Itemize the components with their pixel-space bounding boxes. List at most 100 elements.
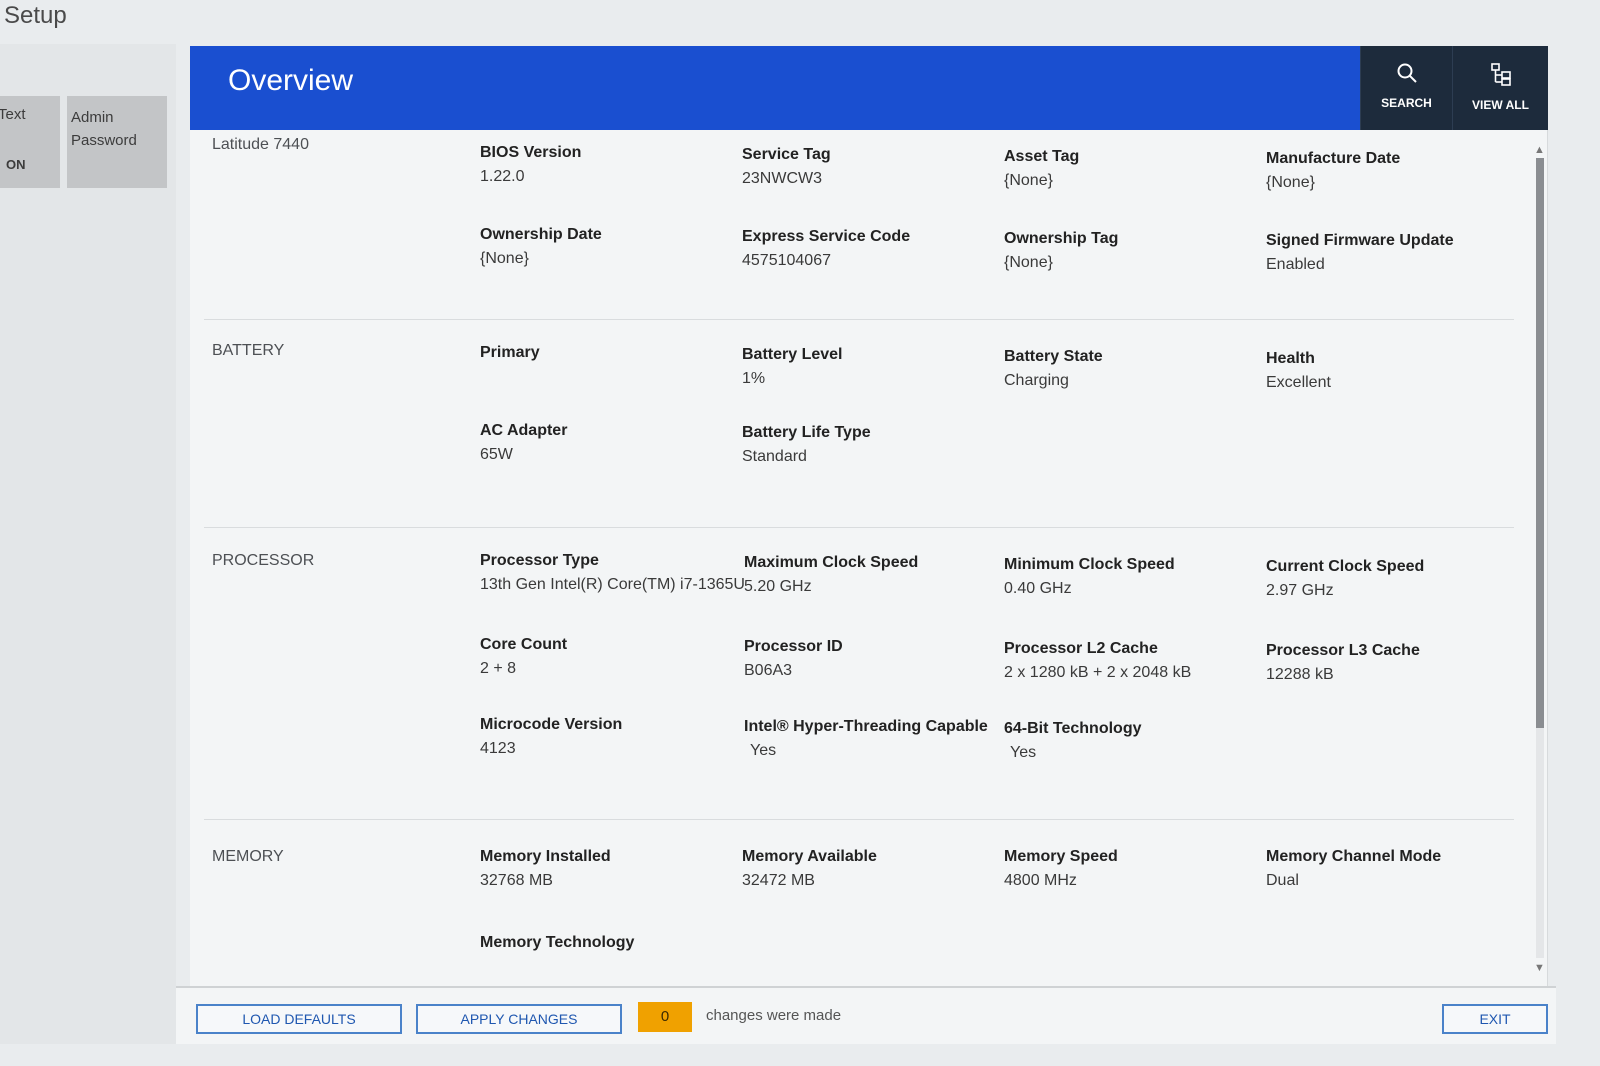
field-label: Processor L3 Cache [1266,642,1420,659]
field-memory-installed: Memory Installed 32768 MB [480,848,740,890]
field-label: Microcode Version [480,716,623,733]
field-label: Memory Channel Mode [1266,848,1442,865]
field-memory-available: Memory Available 32472 MB [742,848,1002,890]
view-all-button-label: VIEW ALL [1472,98,1529,112]
field-label: Battery State [1004,348,1103,365]
field-label: Ownership Date [480,226,602,243]
field-value: 1.22.0 [480,168,525,185]
field-hyper-threading: Intel® Hyper-Threading Capable Yes [744,718,1004,760]
field-value: Standard [742,448,807,465]
scroll-thumb[interactable] [1536,158,1544,728]
field-value: {None} [1004,254,1053,271]
field-value: 1% [742,370,766,387]
field-l3-cache: Processor L3 Cache 12288 kB [1266,642,1526,684]
field-value: 2 x 1280 kB + 2 x 2048 kB [1004,664,1192,681]
field-value: 13th Gen Intel(R) Core(TM) i7-1365U [480,576,745,593]
overview-header: Overview SEARCH VIEW ALL [190,46,1548,130]
field-label: Processor ID [744,638,843,655]
field-value: B06A3 [744,662,793,679]
field-label: Minimum Clock Speed [1004,556,1175,573]
field-label: Asset Tag [1004,148,1080,165]
field-value: Charging [1004,372,1069,389]
load-defaults-button[interactable]: LOAD DEFAULTS [196,1004,402,1034]
apply-changes-button[interactable]: APPLY CHANGES [416,1004,622,1034]
field-ac-adapter: AC Adapter 65W [480,422,740,464]
field-value: 0.40 GHz [1004,580,1072,597]
battery-section: BATTERY Primary Battery Level 1% Battery … [204,322,1514,528]
field-core-count: Core Count 2 + 8 [480,636,740,678]
field-label: Current Clock Speed [1266,558,1425,575]
field-asset-tag: Asset Tag {None} [1004,148,1264,190]
field-label: Express Service Code [742,228,911,245]
field-label: Memory Speed [1004,848,1118,865]
field-value: 4575104067 [742,252,831,269]
field-processor-id: Processor ID B06A3 [744,638,1004,680]
search-button-label: SEARCH [1381,96,1432,110]
exit-button[interactable]: EXIT [1442,1004,1548,1034]
field-label: Memory Available [742,848,877,865]
field-label: Manufacture Date [1266,150,1401,167]
field-value: {None} [480,250,529,267]
memory-section: MEMORY Memory Installed 32768 MB Memory A… [204,822,1514,986]
field-label: Processor L2 Cache [1004,640,1158,657]
field-value: {None} [1004,172,1053,189]
field-value: 32768 MB [480,872,553,889]
field-label: Memory Technology [480,934,635,951]
scroll-down-arrow-icon[interactable]: ▼ [1534,962,1545,974]
field-l2-cache: Processor L2 Cache 2 x 1280 kB + 2 x 2048… [1004,640,1264,682]
field-value: 65W [480,446,513,463]
system-section: Latitude 7440 BIOS Version 1.22.0 Service… [204,130,1514,320]
field-value: Dual [1266,872,1299,889]
field-label: Core Count [480,636,568,653]
tile-admin-password[interactable]: Admin Password [67,96,167,188]
tile-text[interactable]: Text ON [0,96,60,188]
field-primary: Primary [480,344,740,368]
field-min-clock-speed: Minimum Clock Speed 0.40 GHz [1004,556,1264,598]
field-bios-version: BIOS Version 1.22.0 [480,144,740,186]
field-signed-firmware-update: Signed Firmware Update Enabled [1266,232,1526,274]
field-express-service-code: Express Service Code 4575104067 [742,228,1002,270]
field-value: 2.97 GHz [1266,582,1334,599]
field-max-clock-speed: Maximum Clock Speed 5.20 GHz [744,554,1004,596]
section-label-memory: MEMORY [212,848,284,865]
field-health: Health Excellent [1266,350,1526,392]
section-label-battery: BATTERY [212,342,285,359]
field-value: 32472 MB [742,872,815,889]
scroll-up-arrow-icon[interactable]: ▲ [1534,144,1545,156]
field-value: Excellent [1266,374,1331,391]
field-value: Yes [750,742,777,759]
field-label: Service Tag [742,146,831,163]
app-title: Setup [4,2,67,29]
field-label: Memory Installed [480,848,611,865]
field-64-bit-technology: 64-Bit Technology Yes [1004,720,1264,762]
overview-panel: Overview SEARCH VIEW ALL Latitude 7440 B… [190,46,1548,986]
field-value: 23NWCW3 [742,170,823,187]
field-ownership-tag: Ownership Tag {None} [1004,230,1264,272]
section-label-system: Latitude 7440 [212,136,309,153]
field-battery-level: Battery Level 1% [742,346,1002,388]
field-label: Ownership Tag [1004,230,1119,247]
changes-count-badge: 0 [638,1002,692,1032]
search-button[interactable]: SEARCH [1360,46,1452,130]
tile-text-label: Text [0,106,26,123]
field-label: Intel® Hyper-Threading Capable [744,718,988,735]
field-value: 2 + 8 [480,660,517,677]
view-all-button[interactable]: VIEW ALL [1452,46,1548,130]
content-scrollbar[interactable]: ▲ ▼ [1530,144,1548,974]
search-icon [1361,62,1452,84]
field-label: 64-Bit Technology [1004,720,1142,737]
field-label: Health [1266,350,1315,367]
field-microcode-version: Microcode Version 4123 [480,716,740,758]
field-battery-state: Battery State Charging [1004,348,1264,390]
field-label: Battery Level [742,346,843,363]
processor-section: PROCESSOR Processor Type 13th Gen Intel(R… [204,530,1514,820]
field-label: Maximum Clock Speed [744,554,919,571]
field-label: Battery Life Type [742,424,871,441]
section-label-processor: PROCESSOR [212,552,315,569]
field-manufacture-date: Manufacture Date {None} [1266,150,1526,192]
page-title: Overview [228,64,354,97]
field-label: Processor Type [480,552,599,569]
left-panel [0,44,176,1044]
field-current-clock-speed: Current Clock Speed 2.97 GHz [1266,558,1526,600]
field-ownership-date: Ownership Date {None} [480,226,740,268]
